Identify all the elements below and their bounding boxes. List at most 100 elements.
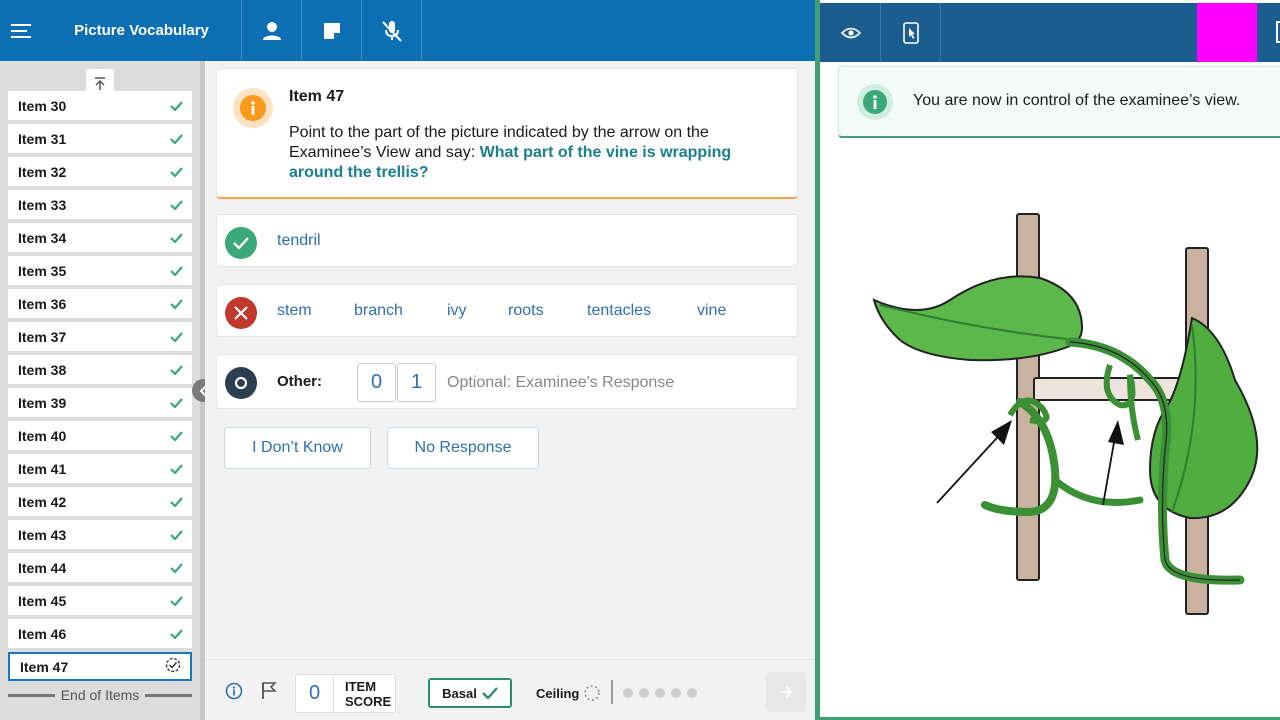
check-icon: [170, 164, 183, 180]
sidebar-item-label: Item 33: [18, 196, 67, 213]
arrow-up-to-line-icon: [95, 77, 105, 90]
score-0-button[interactable]: 0: [357, 363, 396, 402]
next-item-button[interactable]: [766, 672, 806, 712]
divider: [611, 680, 613, 704]
mic-toggle-button[interactable]: [362, 0, 422, 61]
sidebar-item-item-42[interactable]: Item 42: [8, 487, 192, 516]
correct-responses-row: tendril: [216, 214, 798, 267]
check-circle-icon: [225, 227, 257, 259]
check-icon: [170, 131, 183, 147]
check-icon: [170, 98, 183, 114]
timer-check-icon: [165, 657, 181, 676]
scroll-to-top-button[interactable]: [86, 69, 114, 99]
sidebar-item-label: Item 37: [18, 328, 67, 345]
check-icon: [170, 263, 183, 279]
menu-button[interactable]: [0, 0, 42, 61]
response-branch[interactable]: branch: [354, 302, 403, 320]
score-1-button[interactable]: 1: [397, 363, 436, 402]
ceiling-dot: [655, 688, 665, 698]
end-of-items-label: End of Items: [60, 687, 140, 703]
sidebar-item-item-35[interactable]: Item 35: [8, 256, 192, 285]
other-label: Other:: [277, 373, 322, 390]
check-icon: [170, 527, 183, 543]
examinee-view-panel: You are now in control of the examinee’s…: [820, 0, 1280, 720]
magenta-marker: [1197, 3, 1257, 62]
sidebar-item-item-39[interactable]: Item 39: [8, 388, 192, 417]
sidebar-item-item-47[interactable]: Item 47: [8, 652, 192, 681]
info-icon: [233, 88, 273, 128]
ceiling-dot: [687, 688, 697, 698]
sidebar-item-label: Item 41: [18, 460, 67, 477]
app-title: Picture Vocabulary: [42, 0, 242, 61]
window-edge-icon: [1276, 21, 1280, 43]
loading-circle-icon: [584, 685, 601, 701]
sidebar-item-item-44[interactable]: Item 44: [8, 553, 192, 582]
dont-know-button[interactable]: I Don’t Know: [224, 427, 371, 469]
sidebar-item-label: Item 34: [18, 229, 67, 246]
divider: [8, 693, 55, 697]
response-ivy[interactable]: ivy: [447, 302, 467, 320]
other-response-row: Other: 0 1: [216, 354, 798, 409]
info-outline-icon[interactable]: [225, 682, 243, 705]
item-score: 0 ITEM SCORE: [295, 674, 396, 713]
check-icon: [170, 230, 183, 246]
info-icon: [857, 84, 893, 120]
response-roots[interactable]: roots: [508, 302, 544, 320]
sidebar-item-item-41[interactable]: Item 41: [8, 454, 192, 483]
sidebar-item-item-32[interactable]: Item 32: [8, 157, 192, 186]
sidebar-item-label: Item 35: [18, 262, 67, 279]
sidebar-item-label: Item 47: [20, 658, 69, 675]
check-icon: [170, 329, 183, 345]
sidebar-item-item-37[interactable]: Item 37: [8, 322, 192, 351]
question-card: Item 47 Point to the part of the picture…: [216, 68, 798, 199]
note-icon: [323, 22, 340, 39]
check-icon: [170, 593, 183, 609]
response-tendril[interactable]: tendril: [277, 232, 321, 250]
examinee-info-button[interactable]: [242, 0, 302, 61]
examinee-response-input[interactable]: [447, 364, 777, 401]
person-icon: [262, 21, 281, 40]
sidebar-item-item-38[interactable]: Item 38: [8, 355, 192, 384]
sidebar-item-item-45[interactable]: Item 45: [8, 586, 192, 615]
sidebar-item-label: Item 43: [18, 526, 67, 543]
item-score-label: ITEM: [345, 678, 377, 694]
sidebar-item-label: Item 42: [18, 493, 67, 510]
no-response-button[interactable]: No Response: [387, 427, 539, 469]
item-score-label-2: SCORE: [345, 693, 392, 709]
notes-button[interactable]: [302, 0, 362, 61]
sidebar-item-label: Item 30: [18, 97, 67, 114]
flag-icon[interactable]: [261, 682, 277, 705]
basal-badge: Basal: [428, 678, 512, 708]
sidebar-item-item-46[interactable]: Item 46: [8, 619, 192, 648]
footer-bar: 0 ITEM SCORE Basal Ceiling: [205, 659, 815, 720]
response-stem[interactable]: stem: [277, 302, 312, 320]
incorrect-responses-row: stem branch ivy roots tentacles vine: [216, 284, 798, 337]
response-tentacles[interactable]: tentacles: [587, 302, 651, 320]
menu-icon: [11, 23, 31, 38]
check-icon: [170, 560, 183, 576]
question-text: Point to the part of the picture indicat…: [289, 123, 779, 183]
sidebar-item-item-33[interactable]: Item 33: [8, 190, 192, 219]
check-icon: [170, 197, 183, 213]
tablet-control-button[interactable]: [881, 3, 941, 62]
sidebar-item-item-34[interactable]: Item 34: [8, 223, 192, 252]
divider: [145, 693, 192, 697]
examinee-view-toolbar: [820, 3, 1280, 62]
x-circle-icon: [225, 297, 257, 329]
sidebar-item-item-43[interactable]: Item 43: [8, 520, 192, 549]
sidebar-item-item-40[interactable]: Item 40: [8, 421, 192, 450]
sidebar-item-item-36[interactable]: Item 36: [8, 289, 192, 318]
control-notice: You are now in control of the examinee’s…: [838, 66, 1280, 138]
ceiling-dot: [639, 688, 649, 698]
check-icon: [170, 395, 183, 411]
top-bar: Picture Vocabulary: [0, 0, 815, 61]
sidebar-item-label: Item 40: [18, 427, 67, 444]
sidebar-item-label: Item 46: [18, 625, 67, 642]
sidebar-item-label: Item 32: [18, 163, 67, 180]
ceiling-dot: [671, 688, 681, 698]
check-icon: [170, 626, 183, 642]
end-of-items: End of Items: [8, 687, 192, 703]
response-vine[interactable]: vine: [697, 302, 726, 320]
sidebar-item-item-31[interactable]: Item 31: [8, 124, 192, 153]
preview-button[interactable]: [821, 3, 881, 62]
